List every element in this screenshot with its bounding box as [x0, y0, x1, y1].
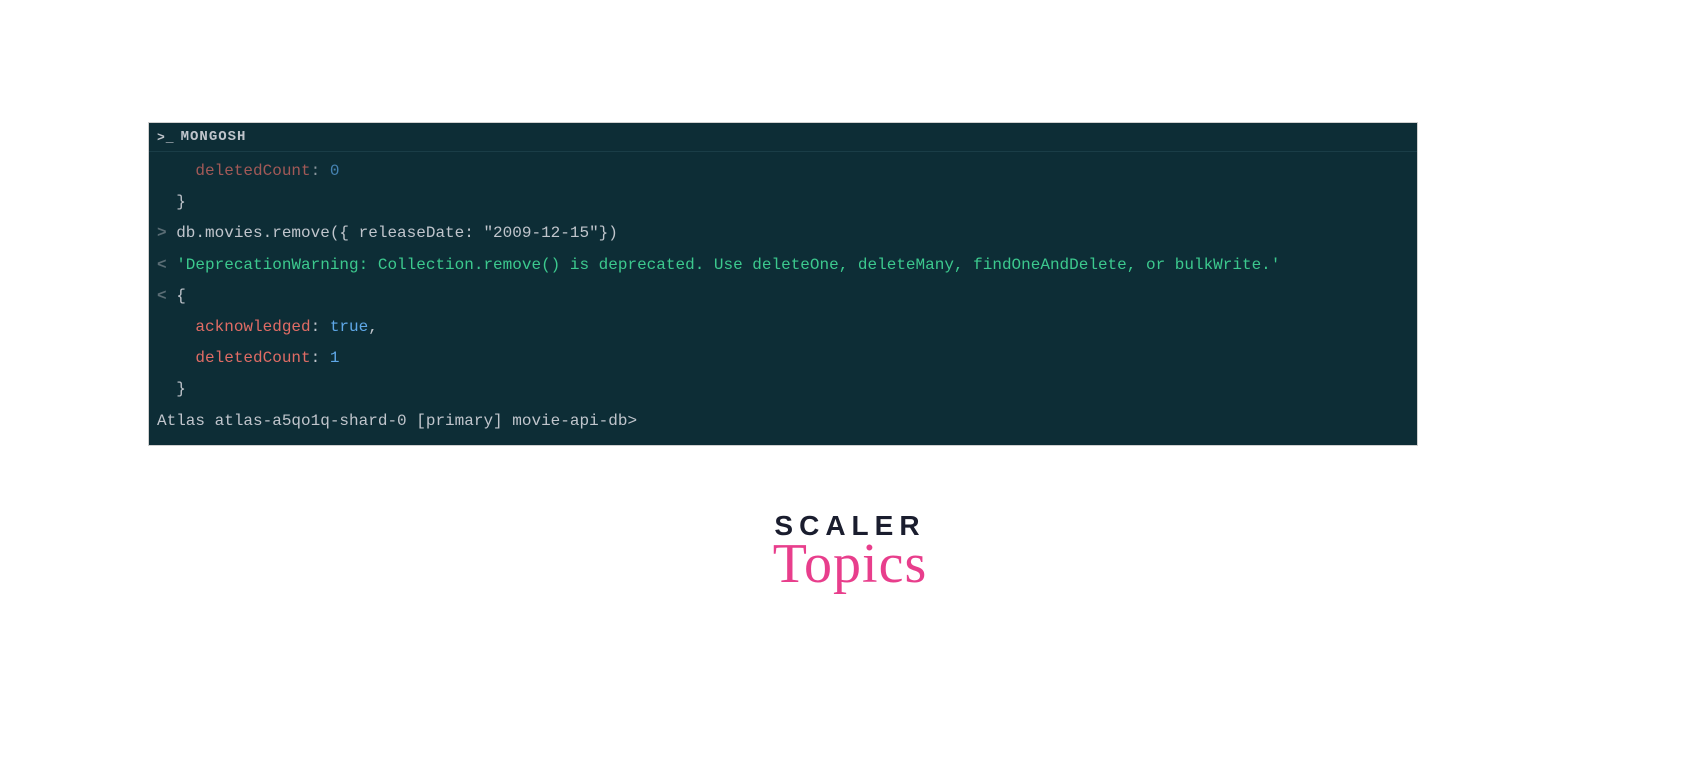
output-line-deleted-count: deletedCount: 1 [149, 343, 1417, 374]
output-line-close-brace-2: } [149, 374, 1417, 405]
output-line-close-brace: } [149, 187, 1417, 218]
output-line-deprecation-warning: < 'DeprecationWarning: Collection.remove… [149, 250, 1417, 281]
terminal-header: >_ MONGOSH [149, 123, 1417, 152]
terminal-prompt-icon: >_ [157, 130, 175, 145]
scaler-topics-logo: SCALER Topics [773, 510, 928, 596]
mongosh-terminal[interactable]: >_ MONGOSH deletedCount: 0 } > db.movies… [148, 122, 1418, 446]
output-line-acknowledged: acknowledged: true, [149, 312, 1417, 343]
output-line-prev-result: deletedCount: 0 [149, 156, 1417, 187]
logo-text-topics: Topics [773, 532, 928, 596]
atlas-prompt-line[interactable]: Atlas atlas-a5qo1q-shard-0 [primary] mov… [149, 406, 1417, 437]
output-line-open-brace: < { [149, 281, 1417, 312]
command-line: > db.movies.remove({ releaseDate: "2009-… [149, 218, 1417, 249]
terminal-title: MONGOSH [181, 129, 247, 145]
terminal-body[interactable]: deletedCount: 0 } > db.movies.remove({ r… [149, 152, 1417, 445]
